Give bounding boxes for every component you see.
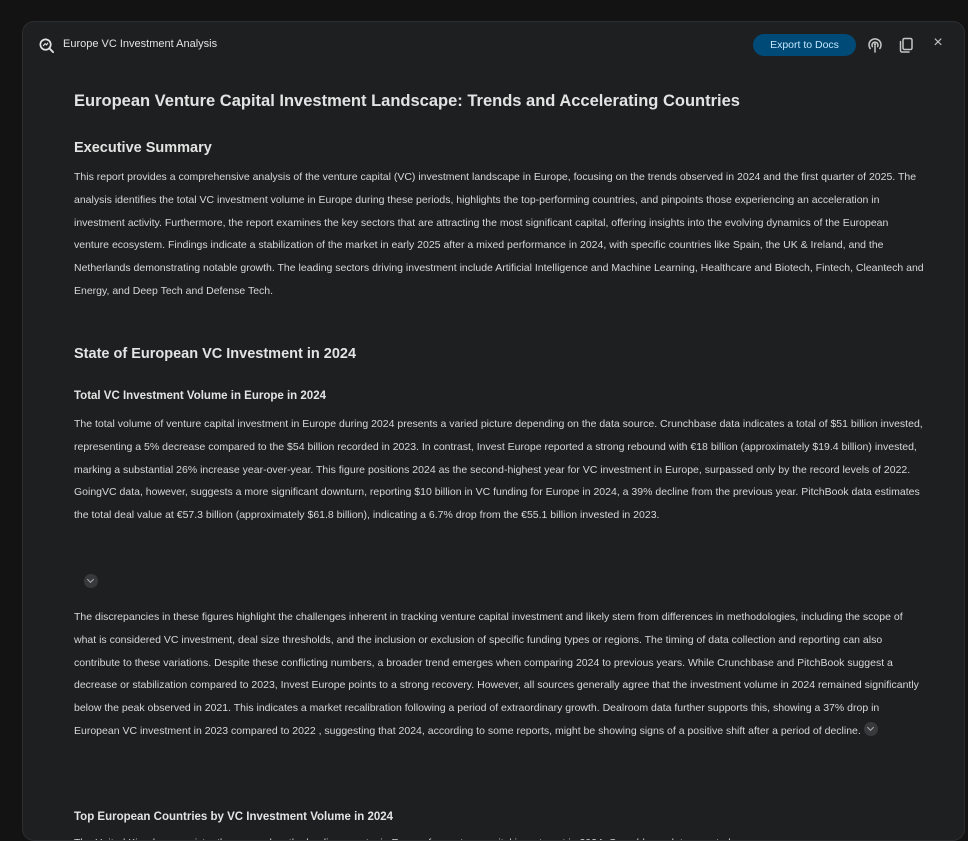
source-chip[interactable] (84, 574, 98, 588)
window-header: Europe VC Investment Analysis Export to … (23, 22, 964, 68)
top-countries-paragraph-1: The United Kingdom consistently emerged … (74, 832, 924, 840)
state-2024-heading: State of European VC Investment in 2024 (74, 346, 357, 362)
total-volume-heading: Total VC Investment Volume in Europe in … (74, 390, 326, 402)
executive-summary-text: This report provides a comprehensive ana… (74, 171, 924, 297)
export-to-docs-button[interactable]: Export to Docs (753, 34, 856, 56)
source-chip[interactable] (863, 721, 878, 736)
window-title: Europe VC Investment Analysis (63, 38, 218, 50)
report-window: Europe VC Investment Analysis Export to … (22, 21, 965, 841)
total-volume-paragraph-2-text: The discrepancies in these figures highl… (74, 611, 919, 737)
close-icon[interactable]: × (929, 34, 947, 52)
total-volume-paragraph-1: The total volume of venture capital inve… (74, 413, 924, 527)
copy-icon[interactable] (897, 36, 915, 54)
app-logo-icon (39, 38, 55, 54)
executive-summary-heading: Executive Summary (74, 140, 212, 156)
top-countries-heading: Top European Countries by VC Investment … (74, 811, 394, 823)
total-volume-paragraph-1-text: The total volume of venture capital inve… (74, 418, 923, 522)
report-title: European Venture Capital Investment Land… (74, 92, 740, 110)
total-volume-paragraph-2: The discrepancies in these figures highl… (74, 606, 924, 743)
podcast-icon[interactable] (866, 36, 884, 54)
